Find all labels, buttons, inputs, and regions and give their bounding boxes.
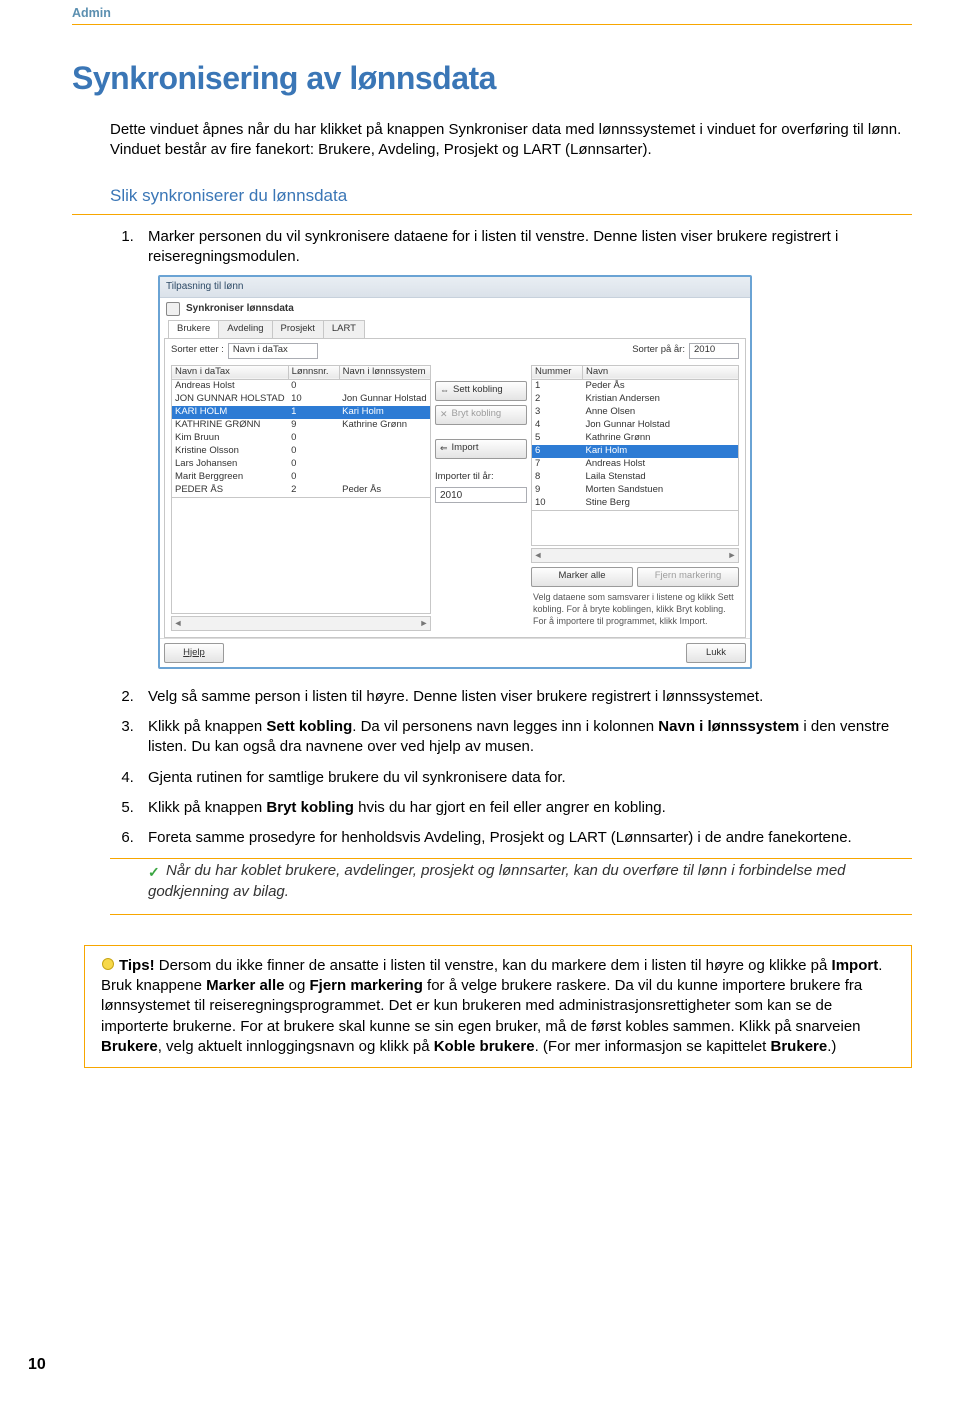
table-row[interactable]: PEDER ÅS2Peder Ås xyxy=(172,484,431,498)
hint-text: Velg dataene som samsvarer i listene og … xyxy=(531,587,739,631)
check-icon xyxy=(148,865,162,879)
help-button[interactable]: Hjelp xyxy=(164,643,224,663)
set-link-button[interactable]: ⇔Sett kobling xyxy=(435,381,527,401)
table-row[interactable]: 10Stine Berg xyxy=(532,497,739,511)
tab-brukere[interactable]: Brukere xyxy=(168,320,219,338)
table-row[interactable]: 1Peder Ås xyxy=(532,379,739,393)
import-year-field[interactable]: 2010 xyxy=(435,487,527,503)
tabs: Brukere Avdeling Prosjekt LART xyxy=(164,320,746,339)
step-3: Klikk på knappen Sett kobling. Da vil pe… xyxy=(138,717,912,758)
table-row[interactable]: 8Laila Stenstad xyxy=(532,471,739,484)
table-row[interactable]: 9Morten Sandstuen xyxy=(532,484,739,497)
step-4: Gjenta rutinen for samtlige brukere du v… xyxy=(138,768,912,788)
left-table: Navn i daTax Lønnsnr. Navn i lønnssystem… xyxy=(171,365,431,498)
table-row[interactable]: KARI HOLM1Kari Holm xyxy=(172,406,431,419)
right-scrollbar[interactable]: ◄► xyxy=(531,548,739,563)
table-row[interactable]: 5Kathrine Grønn xyxy=(532,432,739,445)
step-1: Marker personen du vil synkronisere data… xyxy=(138,227,912,669)
intro-paragraph: Dette vinduet åpnes når du har klikket p… xyxy=(110,120,912,161)
sync-label: Synkroniser lønnsdata xyxy=(186,302,294,316)
header-divider xyxy=(72,24,912,25)
table-row[interactable]: Andreas Holst0 xyxy=(172,379,431,393)
window-titlebar: Tilpasning til lønn xyxy=(160,277,750,298)
import-year-label: Importer til år: xyxy=(435,471,527,484)
bulb-icon xyxy=(101,959,115,973)
clear-mark-button[interactable]: Fjern markering xyxy=(637,567,739,587)
left-header-nr[interactable]: Lønnsnr. xyxy=(288,365,339,379)
right-table: Nummer Navn 1Peder Ås2Kristian Andersen3… xyxy=(531,365,739,511)
table-row[interactable]: 6Kari Holm xyxy=(532,445,739,458)
table-row[interactable]: KATHRINE GRØNN9Kathrine Grønn xyxy=(172,419,431,432)
table-row[interactable]: Marit Berggreen0 xyxy=(172,471,431,484)
table-row[interactable]: 3Anne Olsen xyxy=(532,406,739,419)
note-text: Når du har koblet brukere, avdelinger, p… xyxy=(148,859,912,904)
close-button[interactable]: Lukk xyxy=(686,643,746,663)
table-row[interactable]: Lars Johansen0 xyxy=(172,458,431,471)
left-scrollbar[interactable]: ◄► xyxy=(171,616,431,631)
table-row[interactable]: 4Jon Gunnar Holstad xyxy=(532,419,739,432)
step-2: Velg så samme person i listen til høyre.… xyxy=(138,687,912,707)
table-row[interactable]: 7Andreas Holst xyxy=(532,458,739,471)
left-header-name[interactable]: Navn i daTax xyxy=(172,365,289,379)
sort-by-label: Sorter etter : xyxy=(171,344,224,357)
screenshot-window: Tilpasning til lønn Synkroniser lønnsdat… xyxy=(158,275,752,669)
break-link-button[interactable]: ✕Bryt kobling xyxy=(435,405,527,425)
tips-box: Tips! Dersom du ikke finner de ansatte i… xyxy=(84,945,912,1068)
mark-all-button[interactable]: Marker alle xyxy=(531,567,633,587)
step-6: Foreta samme prosedyre for henholdsvis A… xyxy=(138,828,912,848)
page-number: 10 xyxy=(28,1354,46,1376)
sync-icon xyxy=(166,302,180,316)
right-header-name[interactable]: Navn xyxy=(583,365,739,379)
right-header-num[interactable]: Nummer xyxy=(532,365,583,379)
tab-lart[interactable]: LART xyxy=(323,320,365,338)
table-row[interactable]: 2Kristian Andersen xyxy=(532,393,739,406)
section-header: Admin xyxy=(72,5,912,22)
sort-year-field[interactable]: 2010 xyxy=(689,343,739,359)
table-row[interactable]: Kristine Olsson0 xyxy=(172,445,431,458)
tab-avdeling[interactable]: Avdeling xyxy=(218,320,272,338)
import-button[interactable]: ⇐Import xyxy=(435,439,527,459)
table-row[interactable]: Kim Bruun0 xyxy=(172,432,431,445)
note-divider-bottom xyxy=(110,914,912,915)
sync-header: Synkroniser lønnsdata xyxy=(160,298,750,320)
sort-year-label: Sorter på år: xyxy=(632,344,685,357)
table-row[interactable]: JON GUNNAR HOLSTAD10Jon Gunnar Holstad xyxy=(172,393,431,406)
subheading: Slik synkroniserer du lønnsdata xyxy=(110,185,912,208)
subheading-divider xyxy=(72,214,912,215)
step-5: Klikk på knappen Bryt kobling hvis du ha… xyxy=(138,798,912,818)
left-header-payroll[interactable]: Navn i lønnssystem xyxy=(339,365,430,379)
sort-by-field[interactable]: Navn i daTax xyxy=(228,343,318,359)
tab-prosjekt[interactable]: Prosjekt xyxy=(272,320,324,338)
page-title: Synkronisering av lønnsdata xyxy=(72,57,912,100)
